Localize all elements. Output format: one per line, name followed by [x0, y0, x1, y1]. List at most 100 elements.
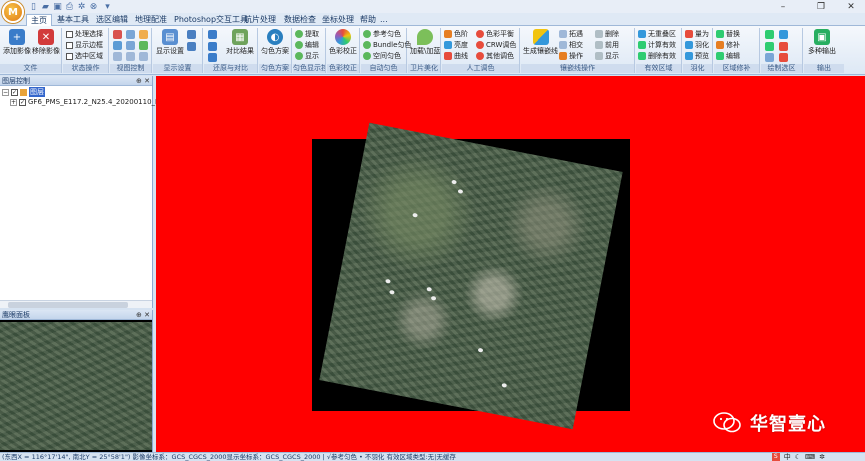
load-blue-button[interactable]: 加载\加蓝: [410, 29, 440, 63]
remove-image-button[interactable]: ✕ 移除影像: [32, 29, 60, 63]
draw-polygon-icon[interactable]: [779, 30, 788, 39]
intersect-button[interactable]: 相交: [559, 40, 583, 50]
display-settings-button[interactable]: ▤ 显示设置: [156, 29, 184, 63]
topology-button[interactable]: 拓遇: [559, 29, 583, 39]
tab-data-check[interactable]: 数据检查: [280, 14, 320, 26]
tab-basic-tools[interactable]: 基本工具: [53, 14, 93, 26]
operation-button[interactable]: 操作: [559, 51, 583, 61]
crw-button[interactable]: CRW调色: [476, 40, 516, 50]
selected-area-checkbox[interactable]: 选中区域: [66, 51, 103, 61]
settings-icon[interactable]: ✲: [819, 453, 825, 461]
horizontal-scrollbar[interactable]: [0, 300, 152, 308]
brightness-button[interactable]: 亮度: [444, 40, 468, 50]
multi-output-button[interactable]: ▣ 多种输出: [808, 29, 836, 63]
new-file-icon[interactable]: ▯: [28, 1, 39, 12]
restore-button[interactable]: ❐: [808, 0, 834, 13]
ime-indicator[interactable]: 中: [784, 452, 791, 461]
group-beauty: 加载\加蓝 卫片美化: [408, 28, 441, 73]
other-color-button[interactable]: 其他调色: [476, 51, 514, 61]
pan-icon[interactable]: [113, 30, 122, 39]
generate-seamline-button[interactable]: 生成镶嵌线: [523, 29, 558, 63]
layer-group-icon: [20, 88, 27, 96]
feather-button[interactable]: 羽化: [685, 40, 709, 50]
reference-dodge-button[interactable]: 参考匀色: [363, 29, 401, 39]
draw-circle-icon[interactable]: [765, 42, 774, 51]
layer-panel-controls[interactable]: ⊕ ✕: [136, 76, 150, 86]
qat-dropdown-icon[interactable]: ▾: [102, 1, 113, 12]
minimize-button[interactable]: –: [770, 0, 796, 13]
draw-clear-icon[interactable]: [779, 53, 788, 62]
draw-select-icon[interactable]: [765, 53, 774, 62]
restore-select-icon[interactable]: [208, 53, 217, 62]
eagle-eye-thumbnail[interactable]: [0, 322, 152, 450]
compare-result-button[interactable]: ▦ 对比结果: [226, 29, 254, 63]
spatial-dodge-button[interactable]: 空间匀色: [363, 51, 401, 61]
open-folder-icon[interactable]: ▰: [40, 1, 51, 12]
refresh-icon[interactable]: [139, 41, 148, 50]
map-canvas[interactable]: [156, 76, 865, 452]
measure-button[interactable]: 量为: [685, 29, 709, 39]
restore-icon[interactable]: [208, 30, 217, 39]
save-icon[interactable]: ▣: [52, 1, 63, 12]
collapse-icon[interactable]: −: [2, 88, 9, 96]
draw-pen-icon[interactable]: [779, 42, 788, 51]
layer-item[interactable]: + ✓ GF6_PMS_E117.2_N25.4_20200110_L1: [0, 97, 163, 107]
tab-aerial[interactable]: 航片处理: [240, 14, 280, 26]
process-select-checkbox[interactable]: 处理选择: [66, 29, 103, 39]
hand-icon[interactable]: [139, 30, 148, 39]
redo-icon[interactable]: [187, 42, 196, 51]
delete-valid-button[interactable]: 删除有效: [638, 51, 676, 61]
patch-button[interactable]: 修补: [716, 40, 740, 50]
tab-home[interactable]: 主页: [26, 14, 52, 26]
edit-button[interactable]: 编辑: [295, 40, 319, 50]
keyboard-icon[interactable]: ⌨: [805, 453, 815, 461]
no-overlap-button[interactable]: 无重叠区: [638, 29, 676, 39]
seamline-icon: [532, 29, 549, 45]
draw-rect-icon[interactable]: [765, 30, 774, 39]
preview-button[interactable]: 预览: [685, 51, 709, 61]
compute-valid-button[interactable]: 计算有效: [638, 40, 676, 50]
show-border-checkbox[interactable]: 显示边框: [66, 40, 103, 50]
levels-button[interactable]: 色阶: [444, 29, 468, 39]
curves-button[interactable]: 曲线: [444, 51, 468, 61]
undo-icon[interactable]: [187, 30, 196, 39]
full-extent-icon[interactable]: [113, 41, 122, 50]
identify-icon[interactable]: [139, 52, 148, 61]
bundle-dodge-button[interactable]: Bundle匀色: [363, 40, 411, 50]
close-doc-icon[interactable]: ⊗: [88, 1, 99, 12]
dodge-scheme-button[interactable]: ◐ 匀色方案: [261, 29, 289, 63]
replace-button[interactable]: 替换: [716, 29, 740, 39]
show-button[interactable]: 显示: [295, 51, 319, 61]
eagle-panel-controls[interactable]: ⊕ ✕: [136, 310, 150, 320]
app-logo[interactable]: M: [2, 1, 24, 23]
scrollbar-thumb[interactable]: [8, 302, 128, 308]
prev-view-icon[interactable]: [113, 52, 122, 61]
apply-seam-button[interactable]: 前用: [595, 40, 619, 50]
tab-coordinate[interactable]: 坐标处理: [318, 14, 358, 26]
delete-seam-button[interactable]: 删除: [595, 29, 619, 39]
show-seam-button[interactable]: 显示: [595, 51, 619, 61]
next-view-icon[interactable]: [126, 52, 135, 61]
color-balance-button[interactable]: 色彩平衡: [476, 29, 514, 39]
moon-icon[interactable]: ☾: [795, 453, 801, 461]
raster-extent: [312, 122, 630, 430]
expand-icon[interactable]: +: [10, 98, 17, 106]
zoom-in-icon[interactable]: [126, 30, 135, 39]
zoom-out-icon[interactable]: [126, 41, 135, 50]
close-button[interactable]: ✕: [838, 0, 864, 13]
sogou-icon[interactable]: S: [771, 452, 780, 461]
color-correction-button[interactable]: 色彩校正: [329, 29, 357, 63]
gear-icon[interactable]: ✲: [76, 1, 87, 12]
layer-checkbox[interactable]: ✓: [19, 98, 26, 106]
tree-root[interactable]: − ✓ 图层: [0, 87, 152, 97]
tab-selection-edit[interactable]: 选区编辑: [92, 14, 132, 26]
tab-georeference[interactable]: 地理配准: [131, 14, 171, 26]
group-label-draw: 绘制选区: [761, 64, 802, 73]
tab-more[interactable]: ...: [376, 14, 392, 26]
restore-all-icon[interactable]: [208, 42, 217, 51]
area-edit-button[interactable]: 编辑: [716, 51, 740, 61]
extract-button[interactable]: 提取: [295, 29, 319, 39]
add-image-button[interactable]: + 添加影像: [3, 29, 31, 63]
root-checkbox[interactable]: ✓: [11, 88, 18, 96]
print-icon[interactable]: ⎙: [64, 1, 75, 12]
